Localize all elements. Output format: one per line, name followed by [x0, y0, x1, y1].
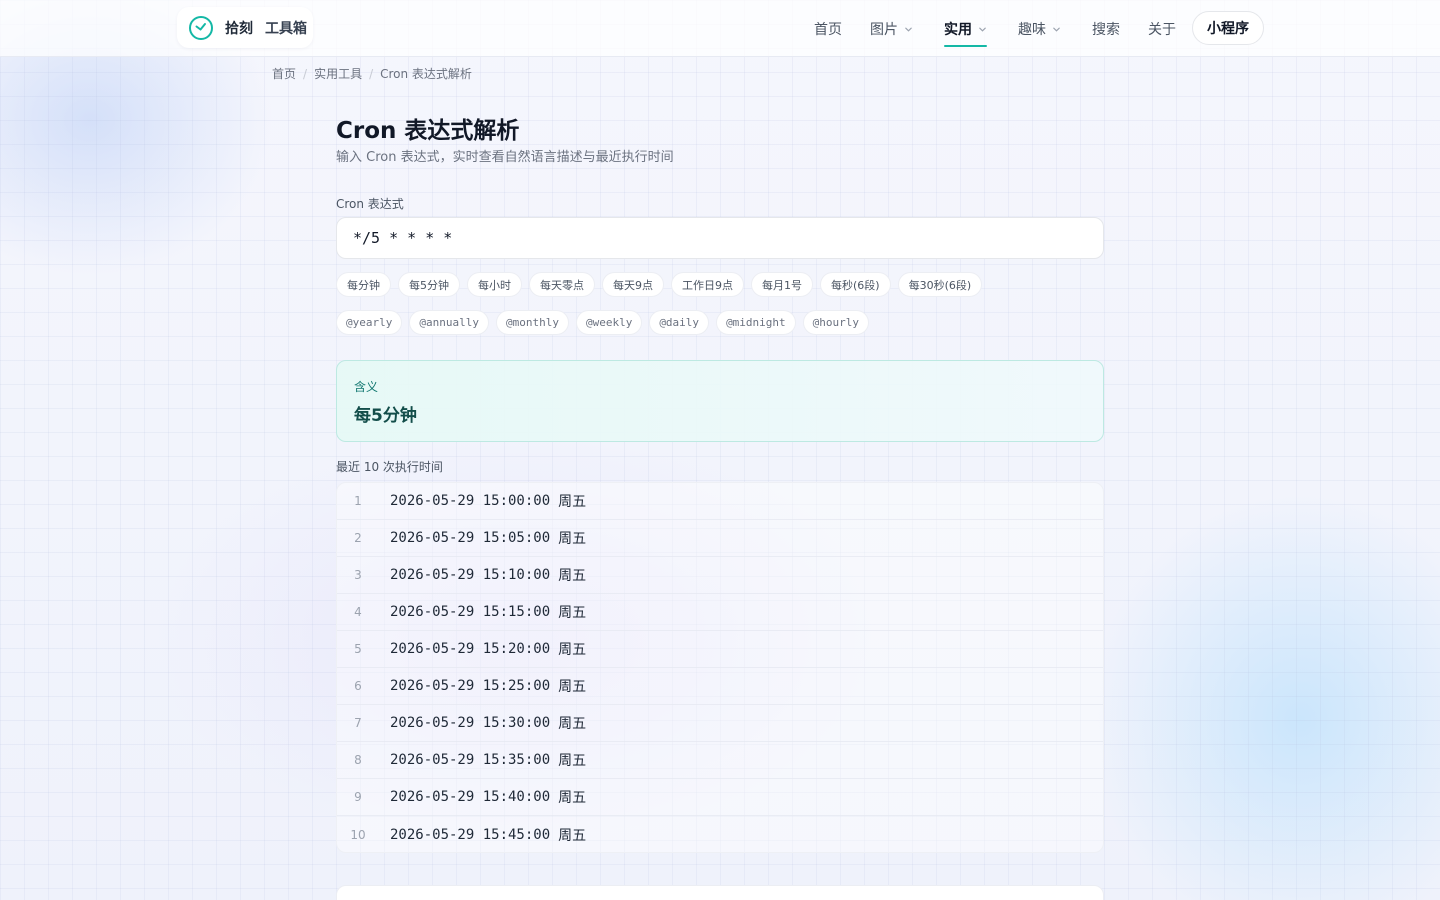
- breadcrumb-home[interactable]: 首页: [272, 65, 296, 82]
- page-subtitle: 输入 Cron 表达式，实时查看自然语言描述与最近执行时间: [336, 150, 674, 165]
- top-header: 拾刻 工具箱 首页 图片 实用 趣味 搜索 关于 小程序: [0, 0, 1440, 57]
- meaning-value: 每5分钟: [354, 406, 417, 426]
- mini-program-button[interactable]: 小程序: [1192, 11, 1264, 45]
- list-item: 5 2026-05-29 15:20:00 周五: [337, 631, 1103, 668]
- preset-chip[interactable]: 每天9点: [602, 272, 664, 297]
- list-item: 8 2026-05-29 15:35:00 周五: [337, 742, 1103, 779]
- run-weekday: 周五: [558, 642, 587, 658]
- run-weekday: 周五: [558, 827, 587, 844]
- macro-chip[interactable]: @midnight: [716, 310, 796, 335]
- chevron-down-icon: [1053, 27, 1060, 32]
- preset-chip[interactable]: 每天零点: [529, 272, 595, 297]
- run-weekday: 周五: [558, 568, 587, 584]
- macro-chip[interactable]: @yearly: [336, 310, 403, 335]
- nav-item-fun[interactable]: 趣味: [1018, 19, 1061, 39]
- run-index: 9: [354, 790, 362, 804]
- run-index: 2: [354, 531, 362, 545]
- nav-item-images[interactable]: 图片: [870, 19, 913, 39]
- nav-label: 图片: [870, 22, 898, 38]
- nav-item-home[interactable]: 首页: [814, 19, 842, 39]
- run-time: 2026-05-29 15:25:00: [390, 678, 551, 694]
- next-section-card: [336, 885, 1104, 900]
- list-item: 9 2026-05-29 15:40:00 周五: [337, 779, 1103, 816]
- run-time: 2026-05-29 15:20:00: [390, 641, 551, 657]
- run-time: 2026-05-29 15:00:00: [390, 493, 551, 509]
- preset-chip[interactable]: 每小时: [467, 272, 522, 297]
- run-time: 2026-05-29 15:30:00: [390, 715, 551, 731]
- meaning-card: 含义 每5分钟: [336, 360, 1104, 442]
- run-index: 7: [354, 716, 362, 730]
- chevron-down-icon: [979, 27, 986, 32]
- active-tab-indicator: [944, 45, 987, 47]
- macro-chip[interactable]: @daily: [649, 310, 710, 335]
- run-weekday: 周五: [558, 605, 587, 621]
- cron-expression-input[interactable]: [336, 217, 1104, 259]
- run-time: 2026-05-29 15:40:00: [390, 789, 551, 805]
- nav-item-utilities[interactable]: 实用: [944, 19, 987, 47]
- cron-input-label: Cron 表达式: [336, 197, 404, 211]
- main-nav: 首页 图片 实用 趣味 搜索 关于 小程序: [0, 0, 1440, 57]
- macro-chip[interactable]: @weekly: [575, 310, 643, 335]
- page-title: Cron 表达式解析: [336, 118, 520, 144]
- macro-chips: @yearly @annually @monthly @weekly @dail…: [336, 310, 870, 335]
- list-item: 1 2026-05-29 15:00:00 周五: [337, 483, 1103, 520]
- list-item: 3 2026-05-29 15:10:00 周五: [337, 557, 1103, 594]
- run-time: 2026-05-29 15:05:00: [390, 530, 551, 546]
- nav-item-about[interactable]: 关于: [1148, 19, 1176, 39]
- run-index: 5: [354, 642, 362, 656]
- run-index: 8: [354, 753, 362, 767]
- run-weekday: 周五: [558, 790, 587, 806]
- run-time: 2026-05-29 15:10:00: [390, 567, 551, 583]
- run-weekday: 周五: [558, 531, 587, 547]
- run-time: 2026-05-29 15:15:00: [390, 604, 551, 620]
- preset-chip[interactable]: 每月1号: [751, 272, 813, 297]
- list-item: 4 2026-05-29 15:15:00 周五: [337, 594, 1103, 631]
- preset-chip[interactable]: 每秒(6段): [820, 272, 891, 297]
- run-index: 3: [354, 568, 362, 582]
- breadcrumb-current: Cron 表达式解析: [380, 67, 472, 81]
- preset-chip[interactable]: 每分钟: [336, 272, 391, 297]
- nav-label: 趣味: [1018, 22, 1046, 38]
- macro-chip[interactable]: @hourly: [802, 310, 870, 335]
- preset-chip[interactable]: 工作日9点: [671, 272, 744, 297]
- run-index: 6: [354, 679, 362, 693]
- run-index: 4: [354, 605, 362, 619]
- page: 拾刻 工具箱 首页 图片 实用 趣味 搜索 关于 小程序 首页 / 实用工具 /…: [0, 0, 1440, 900]
- nav-label: 关于: [1148, 22, 1176, 38]
- breadcrumb-utilities[interactable]: 实用工具: [314, 65, 362, 82]
- breadcrumb-separator: /: [303, 66, 308, 81]
- preset-chip[interactable]: 每30秒(6段): [897, 272, 983, 297]
- nav-label: 首页: [814, 22, 842, 38]
- run-index: 1: [354, 494, 362, 508]
- list-item: 2 2026-05-29 15:05:00 周五: [337, 520, 1103, 557]
- list-item: 7 2026-05-29 15:30:00 周五: [337, 705, 1103, 742]
- run-weekday: 周五: [558, 753, 587, 769]
- breadcrumb: 首页 / 实用工具 / Cron 表达式解析: [272, 65, 472, 82]
- list-item: 6 2026-05-29 15:25:00 周五: [337, 668, 1103, 705]
- run-weekday: 周五: [558, 494, 587, 510]
- breadcrumb-separator: /: [369, 66, 374, 81]
- run-index: 10: [350, 827, 366, 842]
- meaning-label: 含义: [354, 380, 379, 394]
- preset-chip[interactable]: 每5分钟: [398, 272, 460, 297]
- macro-chip[interactable]: @annually: [409, 310, 489, 335]
- next-runs-list: 1 2026-05-29 15:00:00 周五 2 2026-05-29 15…: [336, 482, 1104, 853]
- nav-item-search[interactable]: 搜索: [1092, 19, 1120, 39]
- run-weekday: 周五: [558, 716, 587, 732]
- next-runs-label: 最近 10 次执行时间: [336, 460, 443, 474]
- macro-chip[interactable]: @monthly: [495, 310, 569, 335]
- chevron-down-icon: [905, 27, 912, 32]
- nav-label: 搜索: [1092, 22, 1120, 38]
- preset-chips: 每分钟 每5分钟 每小时 每天零点 每天9点 工作日9点 每月1号 每秒(6段)…: [336, 272, 983, 297]
- run-time: 2026-05-29 15:35:00: [390, 752, 551, 768]
- list-item: 10 2026-05-29 15:45:00 周五: [337, 816, 1103, 852]
- run-weekday: 周五: [558, 679, 587, 695]
- run-time: 2026-05-29 15:45:00: [390, 826, 551, 843]
- nav-label: 实用: [944, 22, 972, 38]
